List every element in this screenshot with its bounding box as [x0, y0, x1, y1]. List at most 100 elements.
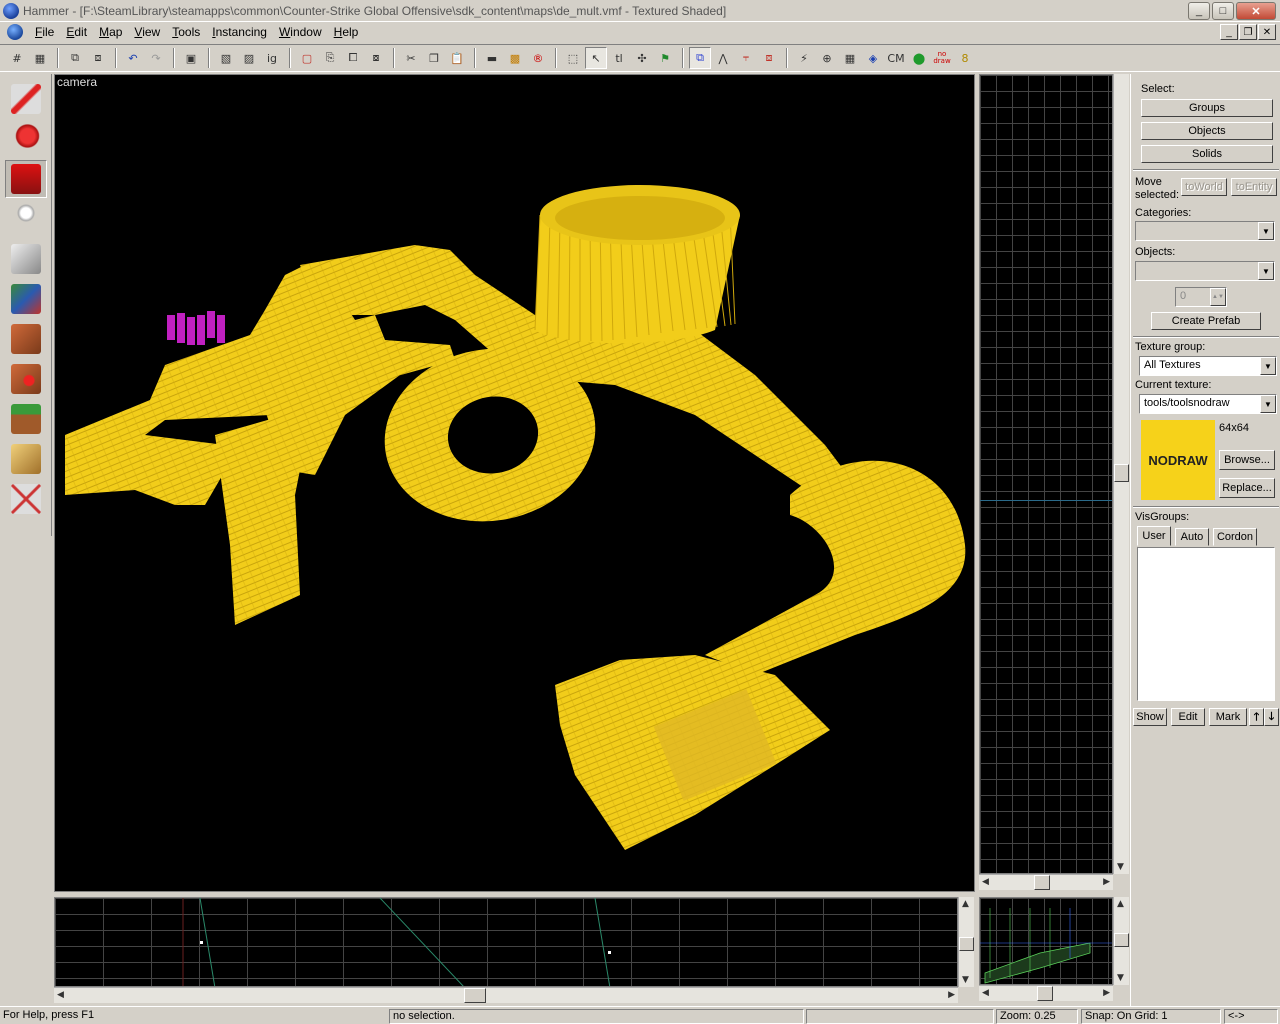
wire-view-icon[interactable]: ⋀	[712, 47, 734, 69]
scroll-thumb[interactable]	[1114, 464, 1129, 482]
camera-tool[interactable]	[5, 160, 47, 198]
prefab-count-input[interactable]: 0 ▲▼	[1175, 287, 1227, 307]
side-view-hscroll[interactable]: ◀ ▶	[54, 987, 958, 1003]
ungroup-icon[interactable]: ⧈	[87, 47, 109, 69]
flat-brush-icon[interactable]: ▬	[481, 47, 503, 69]
close-button[interactable]: ✕	[1236, 2, 1276, 20]
texture-app-tool[interactable]	[5, 280, 47, 318]
clipboard-icon[interactable]: 📋	[446, 47, 468, 69]
toggle-texture-lock-icon[interactable]: ®	[527, 47, 549, 69]
hide-selected-icon[interactable]: ▧	[215, 47, 237, 69]
cut-icon[interactable]: ▢	[296, 47, 318, 69]
menu-map[interactable]: Map	[93, 25, 128, 39]
select-solids-button[interactable]: Solids	[1141, 145, 1273, 163]
select-groups-button[interactable]: Groups	[1141, 99, 1273, 117]
scroll-thumb[interactable]	[464, 988, 486, 1003]
pencil-8-icon[interactable]: 8	[954, 47, 976, 69]
magnify-tool[interactable]	[5, 120, 47, 158]
front-view-vscroll[interactable]: ▲ ▼	[1113, 897, 1129, 985]
texture-preview[interactable]: NODRAW	[1141, 420, 1215, 500]
side-view-vscroll[interactable]: ▲ ▼	[958, 897, 974, 987]
scroll-thumb[interactable]	[959, 937, 974, 951]
scroll-right-icon[interactable]: ▶	[1103, 877, 1110, 887]
undo-icon[interactable]: ↶	[122, 47, 144, 69]
front-view-hscroll[interactable]: ◀ ▶	[979, 985, 1113, 1001]
decal-tool[interactable]	[5, 360, 47, 398]
scroll-right-icon[interactable]: ▶	[948, 990, 955, 1000]
doc-close-button[interactable]: ✕	[1258, 24, 1276, 40]
grid-smaller-icon[interactable]: ▦	[29, 47, 51, 69]
camera-viewport[interactable]: camera	[54, 74, 975, 892]
top-2d-viewport[interactable]	[979, 74, 1113, 874]
hide-unselected-icon[interactable]: ▨	[238, 47, 260, 69]
tab-auto[interactable]: Auto	[1175, 528, 1209, 546]
current-texture-select[interactable]: tools/toolsnodraw ▼	[1139, 394, 1277, 414]
visgroup-edit-button[interactable]: Edit	[1171, 708, 1205, 726]
scroll-thumb[interactable]	[1034, 875, 1050, 890]
scroll-right-icon[interactable]: ▶	[1103, 988, 1110, 998]
scroll-left-icon[interactable]: ◀	[982, 877, 989, 887]
overlay-tool[interactable]	[5, 400, 47, 438]
entity-tool[interactable]	[5, 200, 47, 238]
menu-window[interactable]: Window	[273, 25, 328, 39]
visgroup-mark-button[interactable]: Mark	[1209, 708, 1247, 726]
tab-user[interactable]: User	[1137, 526, 1171, 546]
apply-texture-tool[interactable]	[5, 320, 47, 358]
vertex-tool[interactable]	[5, 480, 47, 518]
visgroups-list[interactable]	[1137, 547, 1275, 701]
scroll-thumb[interactable]	[1114, 933, 1129, 947]
carve-icon[interactable]: ▣	[180, 47, 202, 69]
ignore-groups-icon[interactable]: ig	[261, 47, 283, 69]
menu-instancing[interactable]: Instancing	[206, 25, 273, 39]
minimize-button[interactable]: _	[1188, 2, 1210, 20]
browse-button[interactable]: Browse...	[1219, 450, 1275, 470]
document-icon[interactable]	[7, 24, 23, 40]
cordon-icon[interactable]: CM	[885, 47, 907, 69]
paste-icon[interactable]: ⧠	[342, 47, 364, 69]
texture-lock-icon[interactable]: tl	[608, 47, 630, 69]
scroll-left-icon[interactable]: ◀	[982, 988, 989, 998]
scissors-icon[interactable]: ✂	[400, 47, 422, 69]
scroll-up-icon[interactable]: ▲	[1117, 899, 1124, 909]
maximize-button[interactable]: □	[1212, 2, 1234, 20]
doc-minimize-button[interactable]: _	[1220, 24, 1238, 40]
grid-toggle-icon[interactable]: #	[6, 47, 28, 69]
menu-help[interactable]: Help	[328, 25, 365, 39]
side-2d-viewport[interactable]	[54, 897, 958, 987]
top-view-hscroll[interactable]: ◀ ▶	[979, 874, 1113, 890]
to-world-button[interactable]: toWorld	[1181, 178, 1227, 196]
scroll-down-icon[interactable]: ▼	[1117, 973, 1124, 983]
green-leaf-icon[interactable]: ⬤	[908, 47, 930, 69]
select-objects-button[interactable]: Objects	[1141, 122, 1273, 140]
polygon-view-icon[interactable]: ⫧	[735, 47, 757, 69]
globe-icon[interactable]: ⊕	[816, 47, 838, 69]
objects-select[interactable]: ▼	[1135, 261, 1275, 281]
scroll-up-icon[interactable]: ▲	[962, 899, 969, 909]
menu-tools[interactable]: Tools	[166, 25, 206, 39]
scroll-down-icon[interactable]: ▼	[1117, 862, 1124, 872]
nodraw-toggle-icon[interactable]: no draw	[931, 47, 953, 69]
tool-flag-icon[interactable]: ⚑	[654, 47, 676, 69]
check-problems-icon[interactable]: ◈	[862, 47, 884, 69]
paste-special-icon[interactable]: ⧇	[365, 47, 387, 69]
scroll-down-icon[interactable]: ▼	[962, 975, 969, 985]
redo-icon[interactable]: ↷	[145, 47, 167, 69]
move-down-icon[interactable]: 🡓	[1264, 708, 1279, 726]
menu-file[interactable]: File	[29, 25, 60, 39]
block-tool[interactable]	[5, 240, 47, 278]
visgroup-show-button[interactable]: Show	[1133, 708, 1167, 726]
group-icon[interactable]: ⧉	[64, 47, 86, 69]
front-2d-viewport[interactable]	[979, 897, 1113, 985]
move-up-icon[interactable]: 🡑	[1249, 708, 1264, 726]
scroll-thumb[interactable]	[1037, 986, 1053, 1001]
categories-select[interactable]: ▼	[1135, 221, 1275, 241]
replace-button[interactable]: Replace...	[1219, 478, 1275, 498]
selection-tool[interactable]	[5, 80, 47, 118]
scroll-left-icon[interactable]: ◀	[57, 990, 64, 1000]
texture-group-select[interactable]: All Textures ▼	[1139, 356, 1277, 376]
flat-view-icon[interactable]: ⧈	[758, 47, 780, 69]
cursor-icon[interactable]: ↖	[585, 47, 607, 69]
textured-view-icon[interactable]: ⧉	[689, 47, 711, 69]
hatch-icon[interactable]: ▩	[504, 47, 526, 69]
spinner-icon[interactable]: ▲▼	[1210, 288, 1226, 306]
